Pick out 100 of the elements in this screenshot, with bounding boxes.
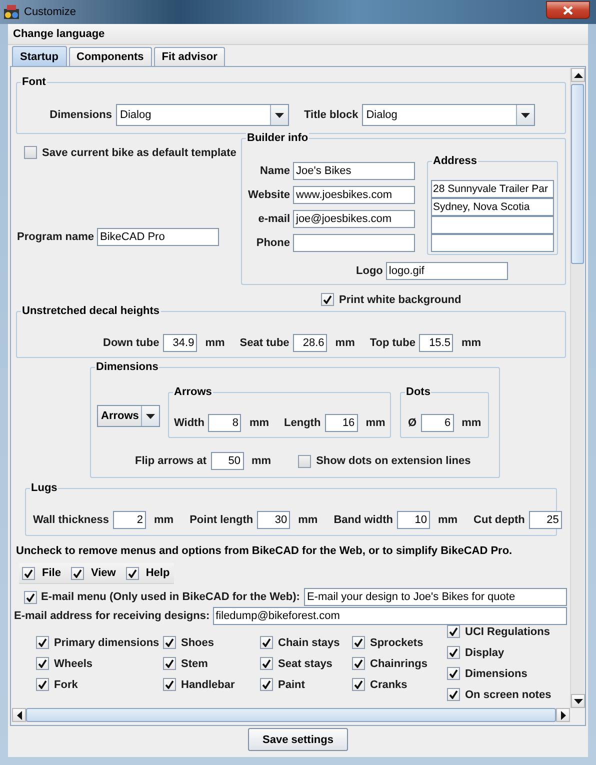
text-field[interactable]: www.joesbikes.com <box>293 186 415 204</box>
text-field[interactable]: 16 <box>324 414 358 432</box>
field-label: Logo <box>356 265 383 277</box>
save-button[interactable]: Save settings <box>248 728 348 751</box>
checkbox[interactable] <box>352 636 365 649</box>
text-field[interactable]: Sydney, Nova Scotia <box>431 198 554 216</box>
field-label: Top tube <box>370 337 416 349</box>
checkbox-label: Paint <box>278 678 305 690</box>
group-title: Unstretched decal heights <box>21 304 161 318</box>
checkbox[interactable] <box>163 678 176 691</box>
checkbox[interactable] <box>163 657 176 670</box>
checkbox[interactable] <box>36 636 49 649</box>
text-field[interactable]: 15.5 <box>419 334 454 352</box>
tab[interactable]: Components <box>68 47 152 66</box>
field-label: mm <box>298 514 318 526</box>
text-field[interactable]: 34.9 <box>163 334 198 352</box>
field-label: mm <box>205 337 225 349</box>
checkbox-label: Cranks <box>370 678 408 690</box>
checkbox-label: Chain stays <box>278 636 340 648</box>
text-field[interactable]: 2 <box>113 511 146 529</box>
text-field[interactable]: joe@joesbikes.com <box>293 210 415 228</box>
vertical-scrollbar[interactable] <box>570 68 584 708</box>
checkbox[interactable] <box>447 667 460 680</box>
field-label: Band width <box>334 514 393 526</box>
tab[interactable]: Fit advisor <box>154 47 226 66</box>
field-label: Cut depth <box>474 514 525 526</box>
field-label: Seat tube <box>240 337 290 349</box>
up-arrow-icon <box>574 72 582 78</box>
field-label: Width <box>174 417 204 429</box>
text-field[interactable]: 28.6 <box>293 334 328 352</box>
text-field[interactable] <box>293 234 415 252</box>
close-button[interactable] <box>546 1 590 19</box>
text-field[interactable]: 50 <box>210 452 244 470</box>
checkbox[interactable] <box>352 657 365 670</box>
checkbox-label: Dimensions <box>465 668 528 680</box>
dropdown[interactable]: Arrows <box>97 405 160 427</box>
window-title: Customize <box>24 6 76 18</box>
checkbox[interactable] <box>24 590 37 604</box>
instruction-text: Uncheck to remove menus and options from BikeCAD for the Web, or to simplify BikeCAD Pro. <box>16 545 514 557</box>
checkbox-label: Print white background <box>339 294 462 306</box>
text-field[interactable]: 30 <box>257 511 290 529</box>
checkbox-label: Fork <box>54 678 78 690</box>
field-label: mm <box>154 514 174 526</box>
close-icon <box>563 6 573 14</box>
checkbox[interactable] <box>260 678 273 691</box>
text-field[interactable]: E-mail your design to Joe's Bikes for quote <box>304 588 567 606</box>
text-field[interactable]: 25 <box>528 511 562 529</box>
text-field[interactable]: BikeCAD Pro <box>97 228 220 246</box>
text-field[interactable]: 10 <box>396 511 430 529</box>
field-label: Website <box>247 189 290 201</box>
checkbox[interactable] <box>36 657 49 670</box>
field-label: mm <box>438 514 458 526</box>
text-field[interactable]: 28 Sunnyvale Trailer Par <box>431 180 554 198</box>
text-field[interactable]: 6 <box>420 414 454 432</box>
field-label: Dimensions <box>48 109 112 121</box>
checkbox[interactable] <box>298 454 312 468</box>
checkbox-label: Primary dimensions <box>54 636 160 648</box>
down-arrow-icon <box>574 698 582 704</box>
text-field[interactable]: Joe's Bikes <box>293 162 415 180</box>
checkbox[interactable] <box>447 688 460 701</box>
checkbox-label: Sprockets <box>370 636 424 648</box>
checkbox[interactable] <box>447 625 460 638</box>
tab[interactable]: Startup <box>12 46 66 66</box>
toggle-label: View <box>90 567 117 579</box>
right-arrow-icon <box>560 710 566 720</box>
text-field[interactable]: logo.gif <box>386 262 508 280</box>
text-field[interactable]: filedump@bikeforest.com <box>212 607 567 625</box>
checkbox[interactable] <box>352 678 365 691</box>
checkbox-label: Stem <box>181 658 208 670</box>
checkbox-label: Shoes <box>181 636 214 648</box>
toggle-label: File <box>41 567 62 579</box>
field-label: mm <box>366 417 386 429</box>
caret-icon <box>275 112 284 118</box>
caret-icon <box>521 112 530 118</box>
checkbox[interactable] <box>447 646 460 659</box>
field-label: Title block <box>304 109 358 121</box>
checkbox[interactable] <box>70 566 84 580</box>
text-field[interactable]: 8 <box>208 414 242 432</box>
field-label: Flip arrows at <box>135 455 207 467</box>
left-arrow-icon <box>16 710 22 720</box>
checkbox[interactable] <box>321 293 334 306</box>
menu-item[interactable]: Change language <box>8 28 110 40</box>
checkbox[interactable] <box>24 146 37 159</box>
app-icon <box>4 5 19 19</box>
text-field[interactable] <box>431 216 554 234</box>
checkbox[interactable] <box>126 566 139 580</box>
checkbox[interactable] <box>260 636 273 649</box>
text-field[interactable] <box>431 234 554 252</box>
field-label: Name <box>259 165 290 177</box>
scroll-thumb[interactable] <box>571 84 584 264</box>
checkbox[interactable] <box>260 657 273 670</box>
checkbox-label: Wheels <box>54 658 93 670</box>
group-title: Lugs <box>30 481 58 495</box>
field-label: Ø <box>408 417 417 429</box>
checkbox[interactable] <box>22 566 35 580</box>
dropdown[interactable]: Dialog <box>362 104 536 126</box>
checkbox[interactable] <box>163 636 176 649</box>
field-label: mm <box>252 455 272 467</box>
dropdown[interactable]: Dialog <box>116 104 289 126</box>
checkbox[interactable] <box>36 678 49 691</box>
